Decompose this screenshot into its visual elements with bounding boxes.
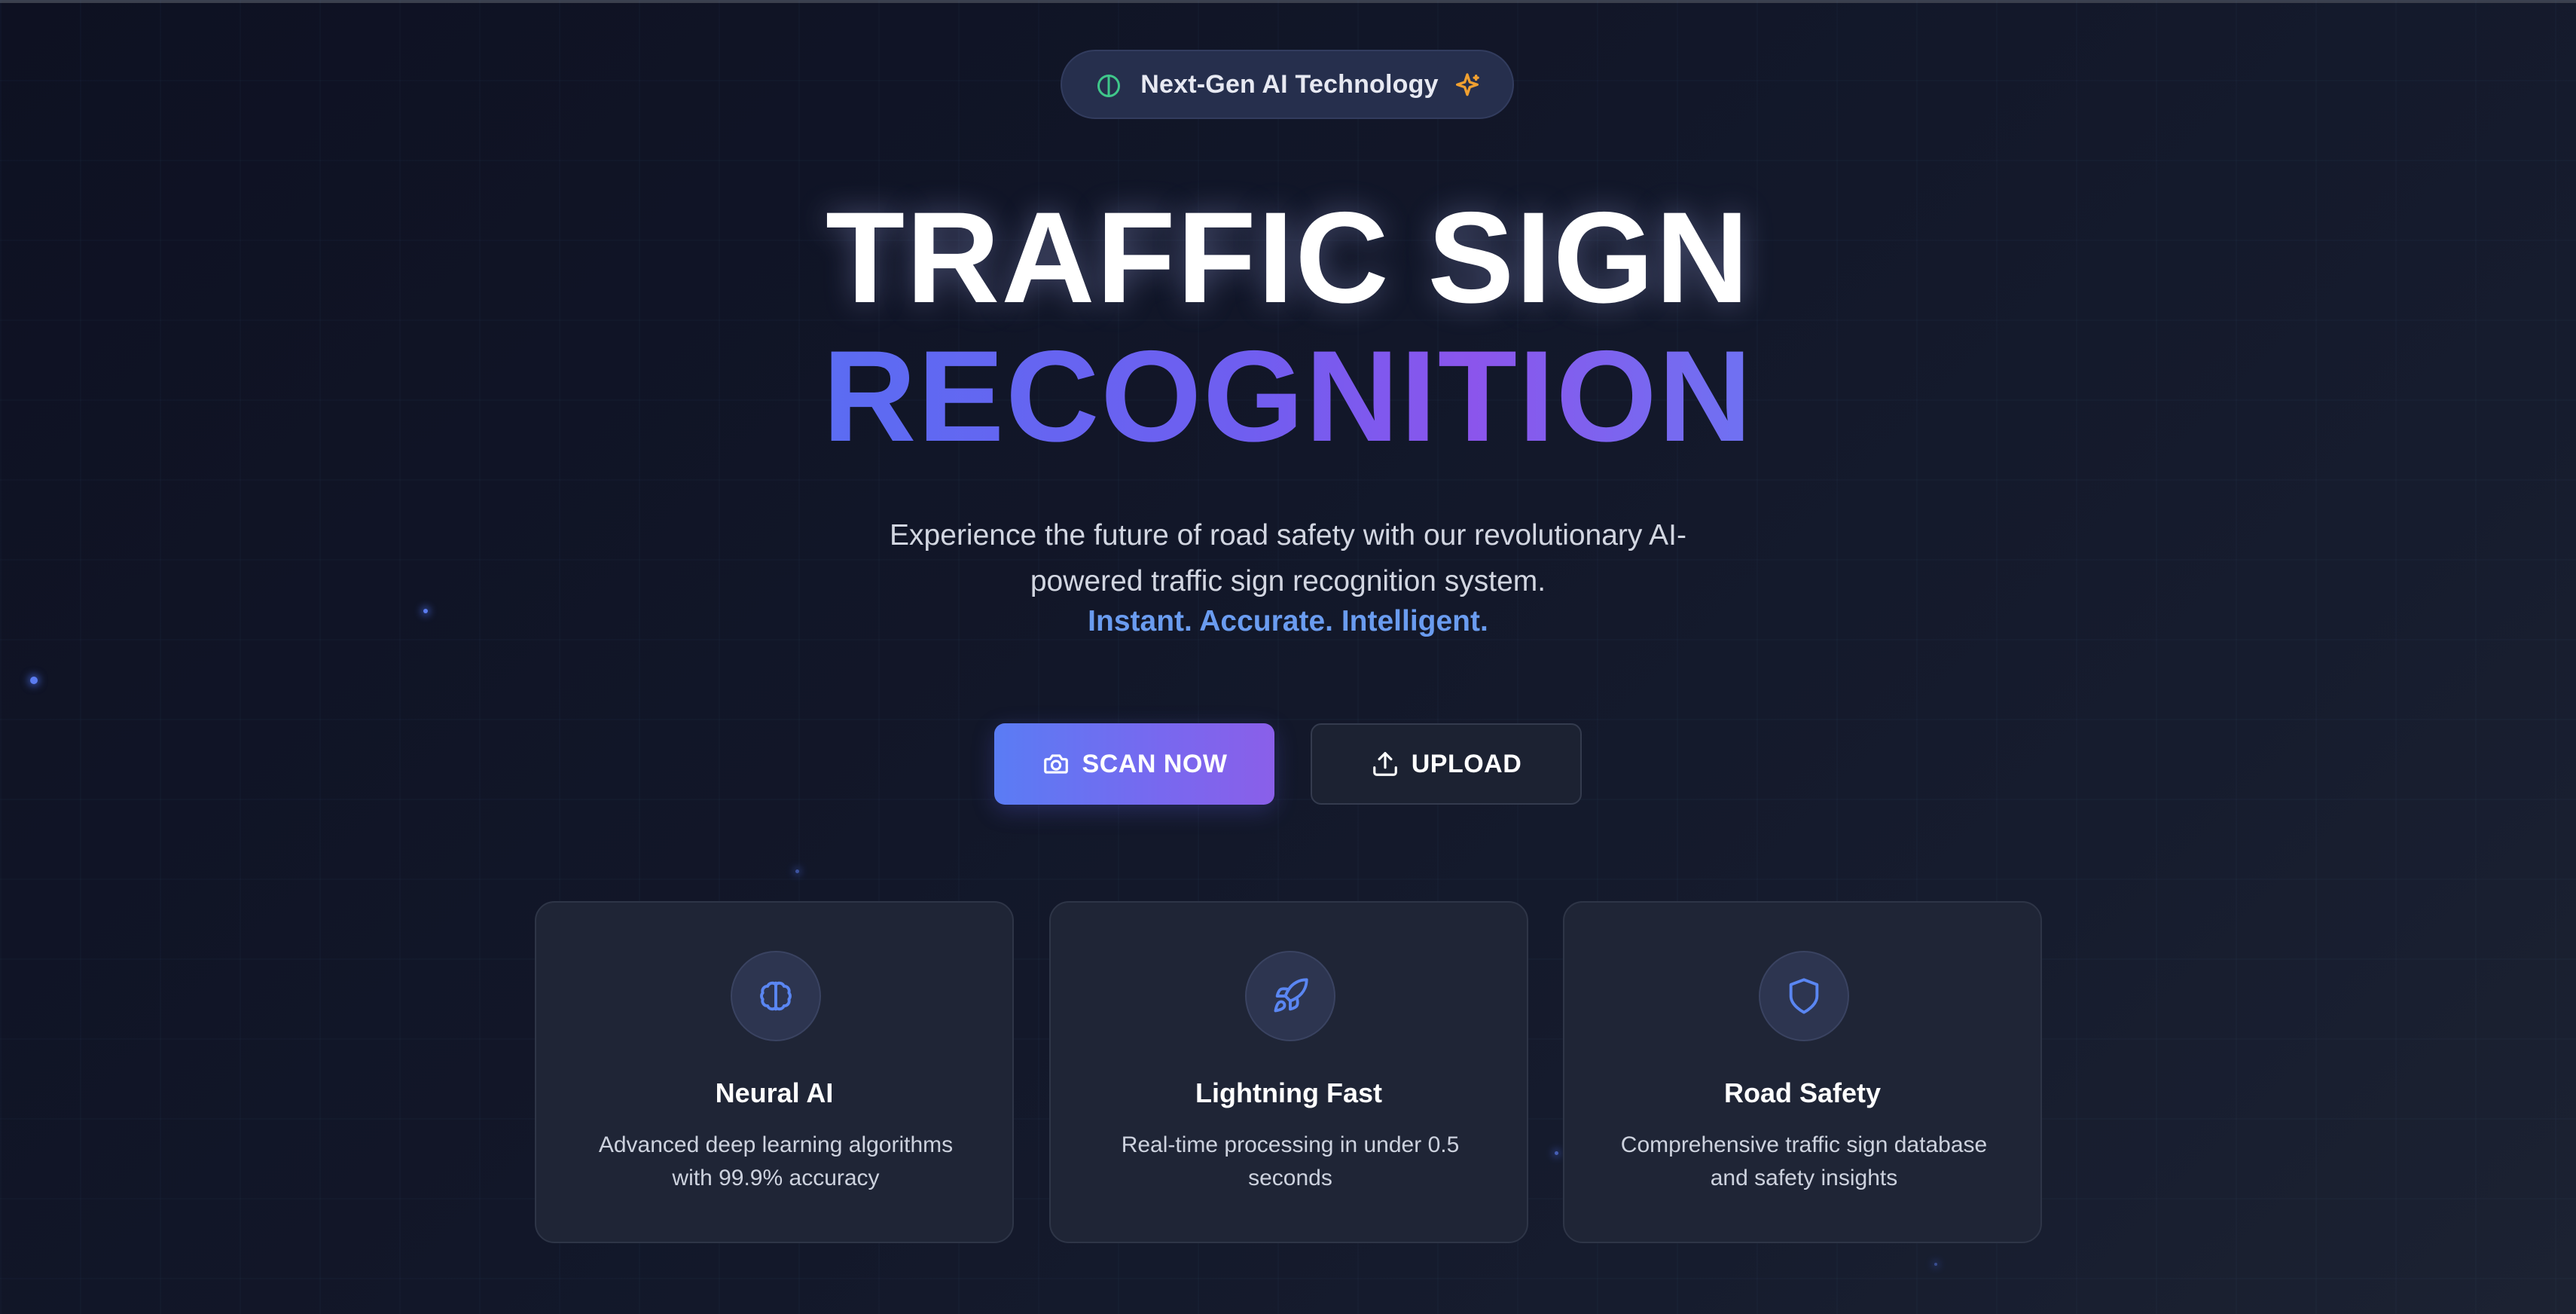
hero-description: Experience the future of road safety wit… xyxy=(890,519,1686,597)
feature-description: Advanced deep learning algorithms with 9… xyxy=(598,1132,954,1190)
upload-button[interactable]: UPLOAD xyxy=(1311,723,1582,805)
brain-icon xyxy=(760,981,792,1011)
shield-icon xyxy=(1789,978,1819,1014)
feature-card-road-safety: Road Safety Comprehensive traffic sign d… xyxy=(1563,901,2042,1243)
feature-card-neural-ai: Neural AI Advanced deep learning algorit… xyxy=(535,901,1014,1243)
brain-icon xyxy=(1097,75,1120,97)
feature-card-lightning-fast: Lightning Fast Real-time processing in u… xyxy=(1049,901,1528,1243)
scan-now-label: SCAN NOW xyxy=(1082,749,1228,778)
hero-title-gradient-text: RECOGNITION xyxy=(823,324,1753,469)
sparkle-icon xyxy=(1456,73,1479,96)
feature-description: Comprehensive traffic sign database and … xyxy=(1620,1132,1988,1190)
window-top-edge xyxy=(0,0,2576,3)
upload-label: UPLOAD xyxy=(1411,749,1522,778)
feature-icon-circle xyxy=(1245,951,1335,1041)
technology-badge: Next-Gen AI Technology xyxy=(1061,50,1514,119)
rocket-icon xyxy=(1274,978,1308,1013)
scan-now-button[interactable]: SCAN NOW xyxy=(994,723,1274,805)
background-particle xyxy=(1934,1263,1937,1266)
hero-title-line2: RECOGNITION xyxy=(0,328,2576,464)
hero-title-line1: TRAFFIC SIGN xyxy=(826,185,1750,330)
background-particle xyxy=(30,677,38,684)
background-particle xyxy=(795,869,799,873)
feature-title: Neural AI xyxy=(715,1077,834,1108)
badge-label: Next-Gen AI Technology xyxy=(1140,69,1439,99)
feature-icon-circle xyxy=(731,951,821,1041)
feature-description: Real-time processing in under 0.5 second… xyxy=(1121,1132,1460,1190)
hero-tagline: Instant. Accurate. Intelligent. xyxy=(1088,605,1488,637)
feature-title: Road Safety xyxy=(1723,1077,1882,1108)
feature-title: Lightning Fast xyxy=(1195,1077,1382,1108)
background-particle xyxy=(1555,1151,1558,1155)
feature-icon-circle xyxy=(1759,951,1849,1041)
camera-icon xyxy=(1043,754,1068,774)
upload-icon xyxy=(1372,752,1397,776)
